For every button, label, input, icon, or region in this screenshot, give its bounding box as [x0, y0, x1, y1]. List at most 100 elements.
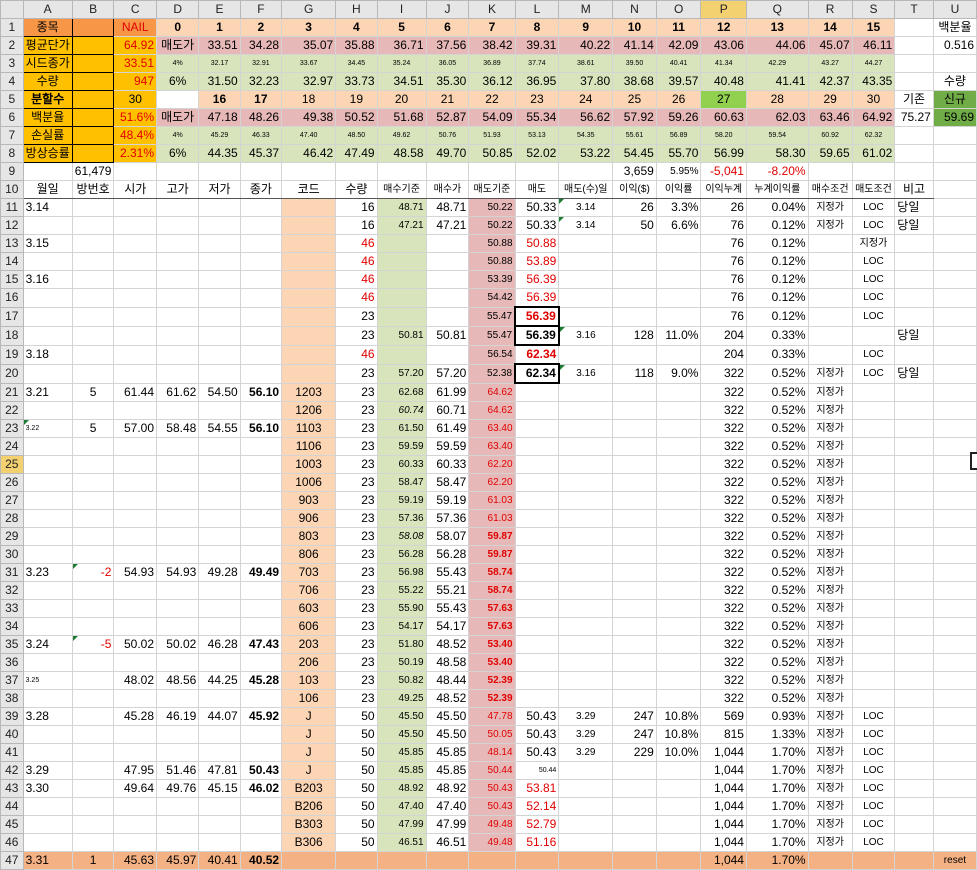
cell-R33[interactable]: 지정가	[807, 599, 853, 618]
cell-E12[interactable]	[198, 216, 241, 235]
cell-G24[interactable]: 1106	[281, 437, 337, 456]
cell-E45[interactable]	[198, 815, 241, 834]
cell-U15[interactable]	[932, 270, 977, 289]
cell-K43[interactable]: 50.43	[468, 779, 516, 798]
cell-L42[interactable]: 50.44	[514, 761, 560, 780]
cell-J3[interactable]: 36.05	[425, 54, 470, 73]
row-header-2[interactable]: 2	[0, 36, 24, 55]
cell-G36[interactable]: 206	[281, 653, 337, 672]
cell-P14[interactable]: 76	[700, 252, 747, 271]
cell-S32[interactable]	[851, 581, 896, 600]
column-header-P[interactable]: P	[700, 0, 747, 19]
cell-M15[interactable]	[558, 270, 614, 289]
cell-K17[interactable]: 55.47	[468, 306, 516, 327]
cell-B29[interactable]	[71, 527, 115, 546]
cell-C17[interactable]	[113, 306, 158, 327]
cell-B31[interactable]: -2	[71, 563, 115, 582]
cell-J39[interactable]: 45.50	[425, 707, 470, 726]
cell-O42[interactable]	[655, 761, 702, 780]
cell-U1[interactable]: 백분율	[932, 18, 977, 37]
cell-K18[interactable]: 55.47	[468, 325, 516, 346]
cell-R36[interactable]: 지정가	[807, 653, 853, 672]
cell-G34[interactable]: 606	[281, 617, 337, 636]
cell-D28[interactable]	[156, 509, 200, 528]
cell-E37[interactable]: 44.25	[198, 671, 241, 690]
cell-H25[interactable]: 23	[335, 455, 378, 474]
cell-C23[interactable]: 57.00	[113, 419, 158, 438]
cell-T29[interactable]	[894, 527, 934, 546]
cell-E9[interactable]	[198, 162, 241, 181]
cell-A45[interactable]	[22, 815, 73, 834]
cell-A22[interactable]	[22, 401, 73, 420]
cell-L26[interactable]	[514, 473, 560, 492]
cell-L43[interactable]: 53.81	[514, 779, 560, 798]
row-header-15[interactable]: 15	[0, 270, 24, 289]
cell-G38[interactable]: 106	[281, 689, 337, 708]
cell-R26[interactable]: 지정가	[807, 473, 853, 492]
cell-S11[interactable]: LOC	[851, 198, 896, 217]
cell-N14[interactable]	[612, 252, 657, 271]
cell-H16[interactable]: 46	[335, 288, 378, 308]
cell-H20[interactable]: 23	[335, 363, 378, 384]
cell-N32[interactable]	[612, 581, 657, 600]
cell-R28[interactable]: 지정가	[807, 509, 853, 528]
cell-I7[interactable]: 49.62	[376, 126, 427, 145]
cell-N2[interactable]: 41.14	[612, 36, 657, 55]
cell-P16[interactable]: 76	[700, 288, 747, 308]
cell-O36[interactable]	[655, 653, 702, 672]
cell-I12[interactable]: 47.21	[376, 216, 427, 235]
cell-Q9[interactable]: -8.20%	[745, 162, 809, 181]
cell-O21[interactable]	[655, 382, 702, 402]
row-header-34[interactable]: 34	[0, 617, 24, 636]
cell-P42[interactable]: 1,044	[700, 761, 747, 780]
cell-N27[interactable]	[612, 491, 657, 510]
cell-Q23[interactable]: 0.52%	[745, 419, 809, 438]
cell-R8[interactable]: 59.65	[807, 144, 853, 163]
cell-A46[interactable]	[22, 833, 73, 852]
cell-A27[interactable]	[22, 491, 73, 510]
cell-L24[interactable]	[514, 437, 560, 456]
cell-R35[interactable]: 지정가	[807, 635, 853, 654]
cell-Q31[interactable]: 0.52%	[745, 563, 809, 582]
cell-Q21[interactable]: 0.52%	[745, 382, 809, 402]
cell-D7[interactable]: 4%	[156, 126, 200, 145]
cell-L13[interactable]: 50.88	[514, 234, 560, 253]
cell-E29[interactable]	[198, 527, 241, 546]
cell-J6[interactable]: 52.87	[425, 108, 470, 127]
cell-F7[interactable]: 46.33	[239, 126, 283, 145]
cell-O12[interactable]: 6.6%	[655, 216, 702, 235]
cell-Q45[interactable]: 1.70%	[745, 815, 809, 834]
cell-C31[interactable]: 54.93	[113, 563, 158, 582]
cell-C16[interactable]	[113, 288, 158, 308]
cell-G23[interactable]: 1103	[281, 419, 337, 438]
cell-S15[interactable]: LOC	[851, 270, 896, 289]
cell-N37[interactable]	[612, 671, 657, 690]
cell-C30[interactable]	[113, 545, 158, 564]
cell-M12[interactable]: 3.14	[558, 216, 614, 235]
cell-E34[interactable]	[198, 617, 241, 636]
cell-U22[interactable]	[932, 401, 977, 420]
cell-I25[interactable]: 60.33	[376, 455, 427, 474]
cell-B24[interactable]	[71, 437, 115, 456]
cell-L5[interactable]: 23	[514, 90, 560, 109]
cell-C11[interactable]	[113, 198, 158, 217]
cell-P38[interactable]: 322	[700, 689, 747, 708]
cell-P27[interactable]: 322	[700, 491, 747, 510]
cell-I4[interactable]: 34.51	[376, 72, 427, 91]
cell-J29[interactable]: 58.07	[425, 527, 470, 546]
cell-B13[interactable]	[71, 234, 115, 253]
cell-Q35[interactable]: 0.52%	[745, 635, 809, 654]
cell-E40[interactable]	[198, 725, 241, 744]
cell-E41[interactable]	[198, 743, 241, 762]
cell-N12[interactable]: 50	[612, 216, 657, 235]
cell-J14[interactable]	[425, 252, 470, 271]
cell-R19[interactable]	[807, 344, 853, 365]
cell-M13[interactable]	[558, 234, 614, 253]
cell-I43[interactable]: 48.92	[376, 779, 427, 798]
scroll-handle[interactable]	[970, 452, 977, 470]
cell-F10[interactable]: 종가	[239, 180, 283, 199]
cell-N33[interactable]	[612, 599, 657, 618]
cell-C43[interactable]: 49.64	[113, 779, 158, 798]
row-header-32[interactable]: 32	[0, 581, 24, 600]
cell-B15[interactable]	[71, 270, 115, 289]
